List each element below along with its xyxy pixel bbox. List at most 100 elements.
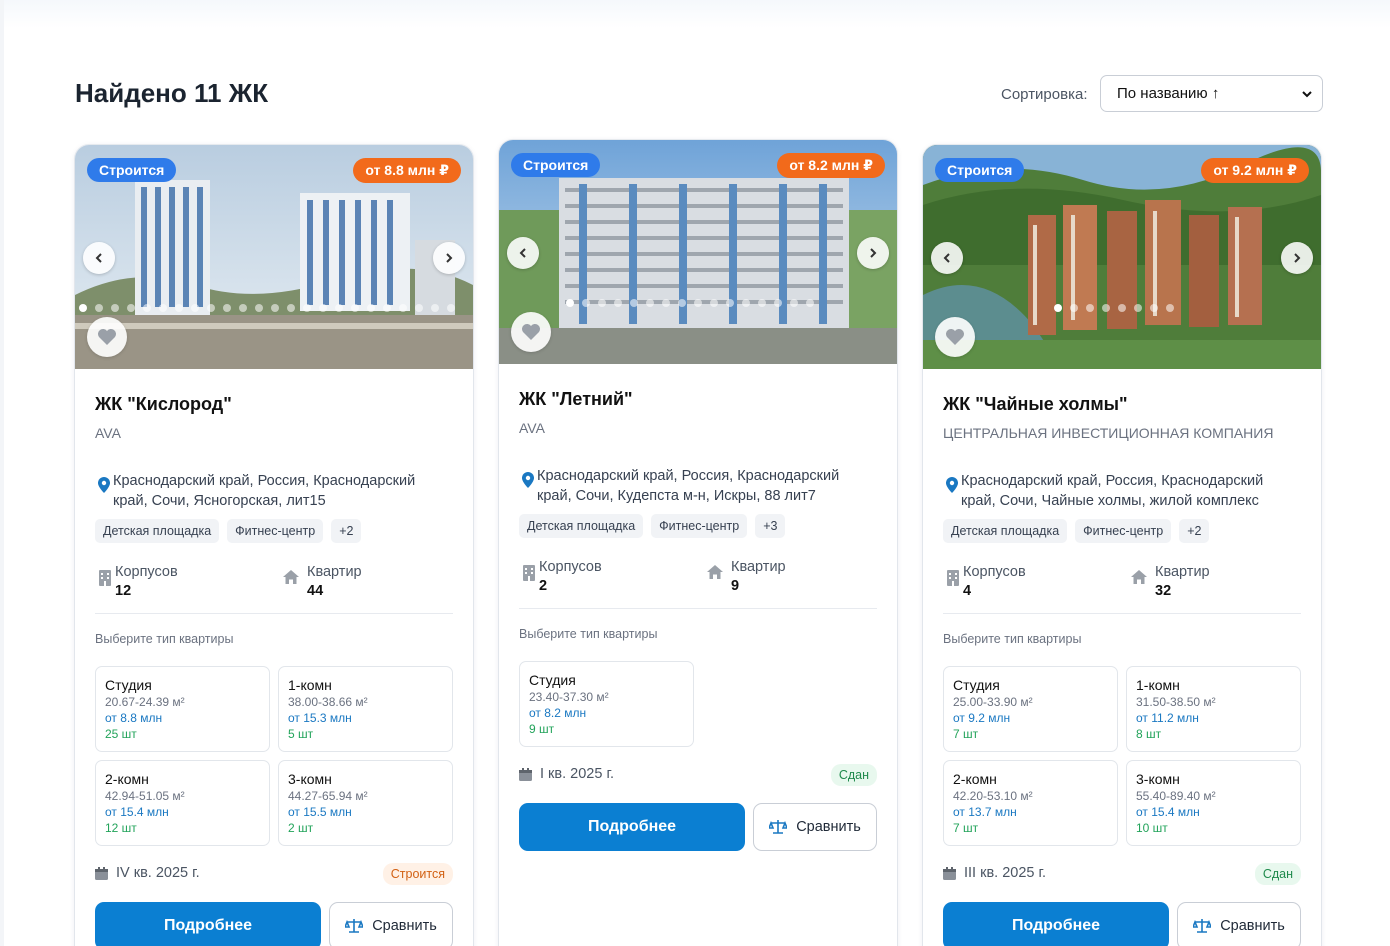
unit-price: от 11.2 млн [1136, 711, 1199, 725]
unit-type-option[interactable]: 1-комн 38.00-38.66 м² от 15.3 млн 5 шт [278, 666, 453, 752]
complex-name[interactable]: ЖК "Кислород" [95, 394, 232, 415]
carousel-dot[interactable] [742, 299, 750, 307]
carousel-dot[interactable] [175, 304, 183, 312]
favorite-button[interactable] [511, 312, 551, 352]
carousel-dot[interactable] [399, 304, 407, 312]
sort-select-value: По названию ↑ [1117, 85, 1220, 102]
carousel-next-button[interactable] [1281, 242, 1313, 274]
unit-type-option[interactable]: 3-комн 55.40-89.40 м² от 15.4 млн 10 шт [1126, 760, 1301, 846]
carousel-dot[interactable] [1086, 304, 1094, 312]
carousel-dot[interactable] [223, 304, 231, 312]
complex-name[interactable]: ЖК "Чайные холмы" [943, 394, 1128, 415]
carousel-dot[interactable] [790, 299, 798, 307]
sort-select[interactable]: По названию ↑ [1100, 75, 1323, 112]
carousel-dot[interactable] [351, 304, 359, 312]
carousel-dot[interactable] [758, 299, 766, 307]
complex-name[interactable]: ЖК "Летний" [519, 389, 633, 410]
carousel-dot[interactable] [806, 299, 814, 307]
carousel-dot[interactable] [95, 304, 103, 312]
carousel-dot[interactable] [447, 304, 455, 312]
carousel-dot[interactable] [1118, 304, 1126, 312]
carousel-dot[interactable] [598, 299, 606, 307]
carousel-prev-button[interactable] [931, 242, 963, 274]
address-text: Краснодарский край, Россия, Краснодарски… [961, 473, 1264, 509]
unit-type: Студия [953, 677, 1000, 693]
carousel-dot[interactable] [646, 299, 654, 307]
compare-button[interactable]: Сравнить [329, 902, 453, 946]
favorite-button[interactable] [87, 317, 127, 357]
building-icon [947, 570, 959, 586]
carousel-dot[interactable] [335, 304, 343, 312]
carousel-dot[interactable] [1134, 304, 1142, 312]
amenity-more-tag[interactable]: +2 [1179, 519, 1210, 543]
unit-type-option[interactable]: 2-комн 42.94-51.05 м² от 15.4 млн 12 шт [95, 760, 270, 846]
carousel-dot[interactable] [319, 304, 327, 312]
apartments-value: 9 [731, 578, 740, 594]
details-button[interactable]: Подробнее [95, 902, 321, 946]
carousel-dot[interactable] [1166, 304, 1174, 312]
unit-type: Студия [529, 672, 576, 688]
building-icon [99, 570, 111, 586]
carousel-dot[interactable] [383, 304, 391, 312]
carousel-dot[interactable] [191, 304, 199, 312]
carousel-dot[interactable] [678, 299, 686, 307]
carousel-dot[interactable] [287, 304, 295, 312]
address-text: Краснодарский край, Россия, Краснодарски… [537, 468, 840, 504]
buildings-value: 4 [963, 583, 972, 599]
amenity-more-tag[interactable]: +2 [331, 519, 362, 543]
compare-button[interactable]: Сравнить [753, 803, 877, 851]
complex-photo: Строится от 8.8 млн ₽ [75, 145, 473, 369]
carousel-dot[interactable] [774, 299, 782, 307]
carousel-dot[interactable] [1054, 304, 1062, 312]
carousel-dot[interactable] [79, 304, 87, 312]
heart-icon [522, 324, 540, 340]
carousel-dot[interactable] [630, 299, 638, 307]
carousel-dot[interactable] [159, 304, 167, 312]
unit-type-option[interactable]: 2-комн 42.20-53.10 м² от 13.7 млн 7 шт [943, 760, 1118, 846]
amenity-more-tag[interactable]: +3 [755, 514, 786, 538]
favorite-button[interactable] [935, 317, 975, 357]
carousel-dot[interactable] [255, 304, 263, 312]
carousel-dot[interactable] [694, 299, 702, 307]
carousel-dot[interactable] [143, 304, 151, 312]
carousel-dot[interactable] [582, 299, 590, 307]
carousel-prev-button[interactable] [83, 242, 115, 274]
carousel-dot[interactable] [710, 299, 718, 307]
unit-type-option[interactable]: Студия 20.67-24.39 м² от 8.8 млн 25 шт [95, 666, 270, 752]
carousel-prev-button[interactable] [507, 237, 539, 269]
unit-type-option[interactable]: Студия 25.00-33.90 м² от 9.2 млн 7 шт [943, 666, 1118, 752]
construction-status-badge: Сдан [1254, 863, 1301, 885]
carousel-dot[interactable] [127, 304, 135, 312]
unit-type-option[interactable]: 3-комн 44.27-65.94 м² от 15.5 млн 2 шт [278, 760, 453, 846]
carousel-dot[interactable] [303, 304, 311, 312]
buildings-label: Корпусов [539, 559, 602, 575]
carousel-dot[interactable] [1102, 304, 1110, 312]
carousel-dot[interactable] [1070, 304, 1078, 312]
amenity-tag: Детская площадка [95, 519, 220, 543]
carousel-next-button[interactable] [433, 242, 465, 274]
details-button[interactable]: Подробнее [943, 902, 1169, 946]
complex-card-letniy[interactable]: Строится от 8.2 млн ₽ ЖК "Летний" AVA Кр… [499, 140, 897, 946]
unit-type-option[interactable]: 1-комн 31.50-38.50 м² от 11.2 млн 8 шт [1126, 666, 1301, 752]
complex-card-kislorod[interactable]: Строится от 8.8 млн ₽ ЖК "Кислород" AVA … [75, 145, 473, 946]
carousel-dot[interactable] [207, 304, 215, 312]
carousel-dot[interactable] [662, 299, 670, 307]
carousel-dot[interactable] [566, 299, 574, 307]
carousel-dot[interactable] [367, 304, 375, 312]
carousel-dot[interactable] [271, 304, 279, 312]
carousel-dot[interactable] [431, 304, 439, 312]
apartments-label: Квартир [307, 564, 362, 580]
details-button[interactable]: Подробнее [519, 803, 745, 851]
carousel-next-button[interactable] [857, 237, 889, 269]
carousel-dot[interactable] [726, 299, 734, 307]
unit-price: от 15.4 млн [105, 805, 169, 819]
compare-button[interactable]: Сравнить [1177, 902, 1301, 946]
carousel-dot[interactable] [614, 299, 622, 307]
unit-type-option[interactable]: Студия 23.40-37.30 м² от 8.2 млн 9 шт [519, 661, 694, 747]
carousel-dot[interactable] [415, 304, 423, 312]
carousel-dot[interactable] [239, 304, 247, 312]
carousel-dot[interactable] [1150, 304, 1158, 312]
carousel-dot[interactable] [111, 304, 119, 312]
calendar-icon [519, 767, 532, 781]
complex-card-chaynye-kholmy[interactable]: Строится от 9.2 млн ₽ ЖК "Чайные холмы" … [923, 145, 1321, 946]
